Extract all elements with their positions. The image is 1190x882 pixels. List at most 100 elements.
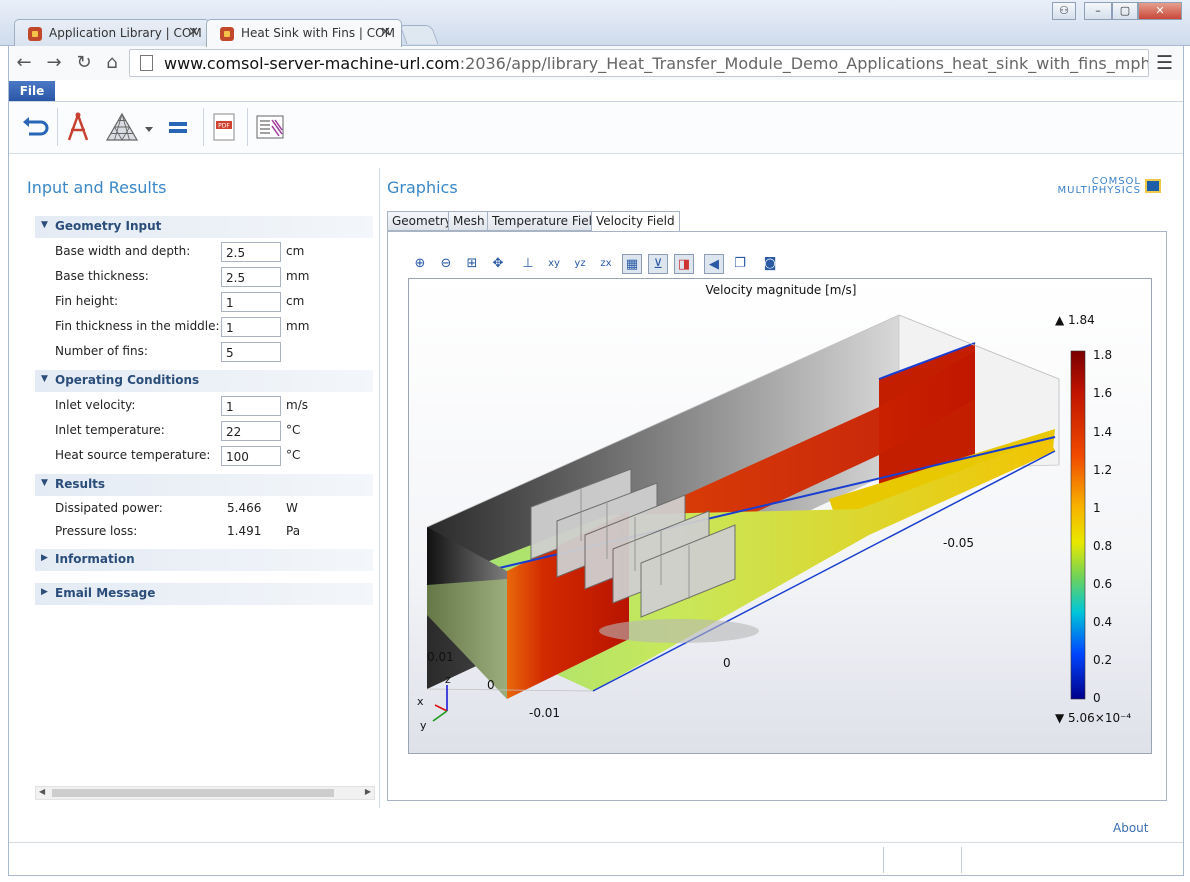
dropdown-arrow-icon[interactable] [143,110,155,144]
view-3d-icon[interactable]: ⊥ [518,254,538,274]
fin-height-field[interactable] [221,292,281,312]
forward-arrow-icon[interactable]: → [43,52,65,73]
new-tab-button[interactable] [399,25,439,44]
about-link[interactable]: About [1113,821,1148,835]
tab-title: Heat Sink with Fins | COM [241,26,395,40]
zoom-in-icon[interactable]: ⊕ [410,254,430,274]
fin-thickness-field[interactable] [221,317,281,337]
minimize-button[interactable]: – [1084,2,1112,20]
scrollbar-thumb[interactable] [52,789,334,797]
section-operating-conditions[interactable]: ▼ Operating Conditions [35,370,373,392]
graphics-title: Graphics [387,178,458,197]
report-icon[interactable] [253,110,287,144]
transparency-icon[interactable]: ❐ [730,254,750,274]
grid-toggle-icon[interactable]: ▦ [622,254,642,274]
tab-mesh[interactable]: Mesh [448,211,490,231]
axis-label: 0 [723,656,731,670]
axis-orientation-icon[interactable]: ⊻ [648,254,668,274]
view-yz-icon[interactable]: yz [570,254,590,274]
colorbar-tick: 1 [1093,501,1101,515]
heat-source-temperature-field[interactable] [221,446,281,466]
tab-geometry[interactable]: Geometry [387,211,457,231]
reload-icon[interactable]: ↻ [73,52,95,73]
comsol-logo: COMSOL MULTIPHYSICS [1039,176,1163,198]
inlet-temperature-field[interactable] [221,421,281,441]
plot-title: Velocity magnitude [m/s] [706,283,857,297]
browser-tab-application-library[interactable]: Application Library | COM ✕ [14,19,210,46]
compass-icon[interactable] [61,110,95,144]
tab-temperature-field[interactable]: Temperature Field [487,211,605,231]
comsol-favicon-icon [28,27,42,41]
comsol-favicon-icon [220,27,234,41]
page-icon [140,55,153,71]
section-email-message[interactable]: ▶ Email Message [35,583,373,605]
undo-icon[interactable] [19,110,53,144]
address-bar[interactable]: www.comsol-server-machine-url.com:2036/a… [129,49,1149,77]
scroll-left-icon[interactable]: ◀ [39,787,45,796]
section-geometry-input[interactable]: ▼ Geometry Input [35,216,373,238]
base-thickness-field[interactable] [221,267,281,287]
graphics-viewport[interactable]: Velocity magnitude [m/s] -0.05 0 0.01 0 … [408,278,1152,754]
unit-heat-source-temperature: °C [286,448,301,462]
axis-label: 0.01 [427,650,454,664]
colorbar-min-label: ▼ 5.06×10⁻⁴ [1055,711,1131,725]
browser-tab-heat-sink[interactable]: Heat Sink with Fins | COM ✕ [206,19,402,47]
url-path: :2036/app/library_Heat_Transfer_Module_D… [459,54,1149,73]
legend-toggle-icon[interactable]: ◨ [674,254,694,274]
unit-inlet-velocity: m/s [286,398,308,412]
input-results-title: Input and Results [27,178,167,197]
view-zx-icon[interactable]: zx [596,254,616,274]
svg-text:PDF: PDF [218,123,230,130]
tab-title: Application Library | COM [49,26,202,40]
browser-menu-icon[interactable]: ☰ [1156,52,1173,74]
colorbar-tick: 0.6 [1093,577,1112,591]
label-pressure-loss: Pressure loss: [55,524,138,538]
inlet-velocity-field[interactable] [221,396,281,416]
colorbar-tick: 1.6 [1093,386,1112,400]
equals-icon[interactable] [161,110,195,144]
window-close-button[interactable]: ✕ [1138,2,1182,20]
section-information[interactable]: ▶ Information [35,549,373,571]
close-tab-icon[interactable]: ✕ [188,25,199,40]
panel-splitter[interactable] [379,168,380,808]
label-inlet-velocity: Inlet velocity: [55,398,136,412]
close-tab-icon[interactable]: ✕ [380,25,391,40]
zoom-box-icon[interactable]: ⊞ [462,254,482,274]
unit-fin-height: cm [286,294,305,308]
colorbar-tick: 0.2 [1093,653,1112,667]
url-host: www.comsol-server-machine-url.com [164,54,460,73]
expand-down-icon: ▼ [41,220,48,230]
view-xy-icon[interactable]: xy [544,254,564,274]
base-width-field[interactable] [221,242,281,262]
unit-fin-thickness: mm [286,319,310,333]
zoom-extents-icon[interactable]: ✥ [488,254,508,274]
section-results[interactable]: ▼ Results [35,474,373,496]
left-horizontal-scrollbar[interactable]: ◀ ▶ [35,786,375,800]
label-number-of-fins: Number of fins: [55,344,148,358]
zoom-out-icon[interactable]: ⊖ [436,254,456,274]
label-fin-thickness: Fin thickness in the middle: [55,319,220,333]
file-menu[interactable]: File [9,81,55,101]
user-icon[interactable]: ⚇ [1052,2,1076,20]
comsol-app: File PDF Input and Results ▼ Geometry In… [8,80,1184,876]
colorbar-tick: 1.8 [1093,348,1112,362]
back-arrow-icon[interactable]: ← [13,52,35,73]
lighting-icon[interactable]: ◀ [704,254,724,274]
number-of-fins-field[interactable] [221,342,281,362]
main-toolbar: PDF [9,102,1183,154]
unit-base-width: cm [286,244,305,258]
scroll-right-icon[interactable]: ▶ [365,787,371,796]
triad-x-label: x [417,695,424,708]
mesh-icon[interactable] [105,110,139,144]
colorbar-tick: 0.4 [1093,615,1112,629]
label-dissipated-power: Dissipated power: [55,501,163,515]
pdf-report-icon[interactable]: PDF [207,110,241,144]
home-icon[interactable]: ⌂ [101,52,123,73]
axis-label: 0 [487,678,495,692]
axis-label: -0.05 [943,536,974,550]
label-base-thickness: Base thickness: [55,269,149,283]
tab-velocity-field[interactable]: Velocity Field [591,211,680,232]
maximize-button[interactable]: ▢ [1112,2,1138,20]
label-inlet-temperature: Inlet temperature: [55,423,165,437]
screenshot-camera-icon[interactable]: ◙ [760,254,780,274]
